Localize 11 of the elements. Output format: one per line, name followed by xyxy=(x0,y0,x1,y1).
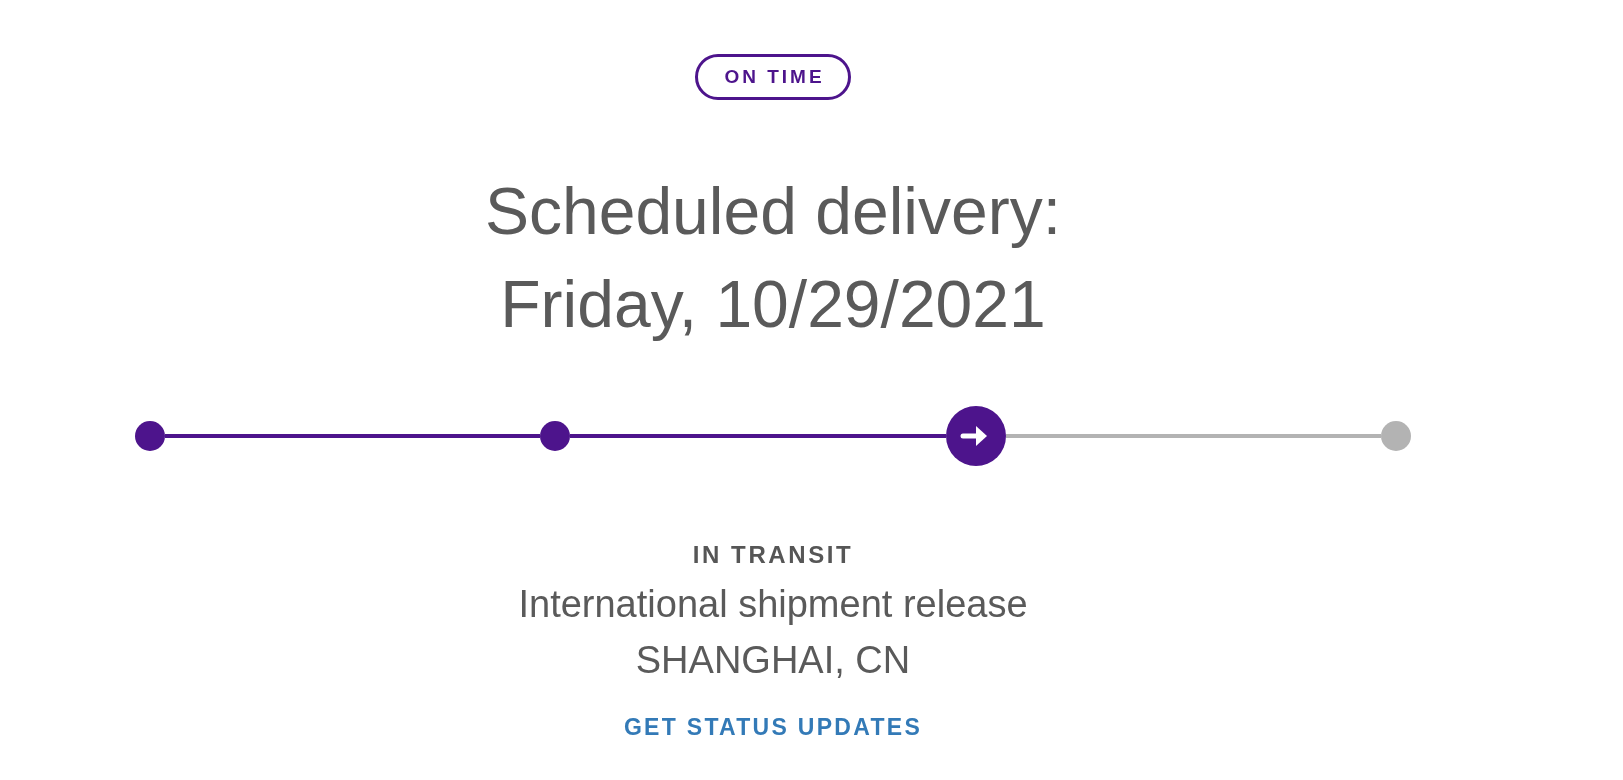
arrow-circle-icon xyxy=(945,406,1006,466)
step-dot-icon xyxy=(135,421,165,451)
status-description: International shipment release xyxy=(518,582,1028,627)
step-dot-icon xyxy=(1381,421,1411,451)
delivery-date: Friday, 10/29/2021 xyxy=(500,266,1046,343)
status-location: SHANGHAI, CN xyxy=(635,638,911,683)
step-dot-icon xyxy=(540,421,571,451)
status-title: IN TRANSIT xyxy=(692,540,854,570)
status-updates-link[interactable]: GET STATUS UPDATES xyxy=(623,712,923,742)
delivery-heading: Scheduled delivery: xyxy=(485,173,1061,250)
on-time-badge: ON TIME xyxy=(695,54,851,100)
